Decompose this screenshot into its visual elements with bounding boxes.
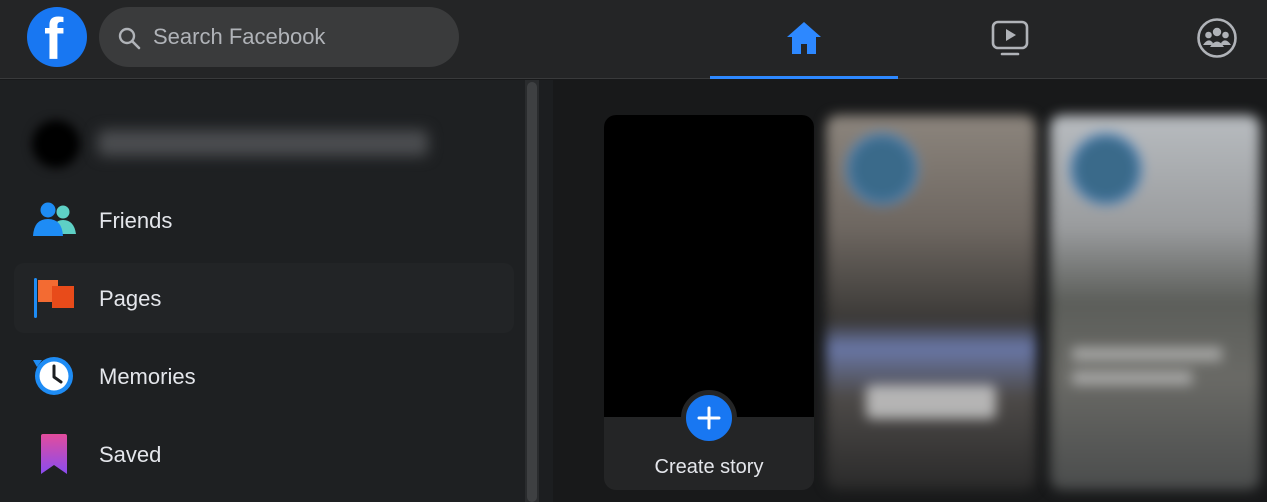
groups-icon[interactable] xyxy=(1196,17,1238,59)
profile-name-redacted xyxy=(98,130,428,156)
sidebar-item-label: Pages xyxy=(99,286,162,311)
plus-icon xyxy=(697,406,721,430)
sidebar-item-friends[interactable]: Friends xyxy=(14,185,514,255)
story-avatar xyxy=(1070,133,1142,205)
search-icon xyxy=(118,27,141,50)
active-tab-indicator xyxy=(710,76,898,79)
memories-clock-icon xyxy=(33,357,73,395)
story-overlay-blurred xyxy=(866,385,996,419)
search-box[interactable]: Search Facebook xyxy=(99,7,459,67)
watch-icon[interactable] xyxy=(990,18,1030,58)
story-avatar xyxy=(846,133,918,205)
facebook-logo-icon[interactable]: f xyxy=(27,7,87,67)
sidebar-item-label: Friends xyxy=(99,208,173,233)
sidebar-item-label: Saved xyxy=(99,442,162,467)
sidebar-item-pages[interactable]: Pages xyxy=(14,263,514,333)
add-story-button[interactable] xyxy=(681,390,737,446)
friends-icon xyxy=(33,202,76,236)
sidebar-scrollbar-thumb[interactable] xyxy=(527,82,537,502)
tab-home[interactable] xyxy=(710,0,898,79)
top-navigation-bar: f Search Facebook xyxy=(0,0,1267,79)
create-story-label: Create story xyxy=(654,456,764,478)
sidebar-edge xyxy=(539,80,553,502)
story-text-blurred xyxy=(1072,371,1192,385)
sidebar-item-label: Memories xyxy=(99,364,196,389)
create-story-card[interactable]: Create story xyxy=(604,115,814,490)
story-text-blurred xyxy=(1072,347,1222,361)
create-story-photo xyxy=(604,115,814,417)
story-card[interactable] xyxy=(826,115,1036,490)
profile-shortcut[interactable] xyxy=(14,108,514,180)
sidebar-item-saved[interactable]: Saved xyxy=(14,419,514,489)
avatar xyxy=(32,120,80,168)
sidebar-item-memories[interactable]: Memories xyxy=(14,341,514,411)
saved-bookmark-icon xyxy=(41,434,67,474)
pages-flag-icon xyxy=(34,278,74,318)
logo-letter: f xyxy=(44,7,64,68)
search-input[interactable]: Search Facebook xyxy=(153,24,325,50)
home-icon xyxy=(787,22,821,54)
story-card[interactable] xyxy=(1050,115,1260,490)
